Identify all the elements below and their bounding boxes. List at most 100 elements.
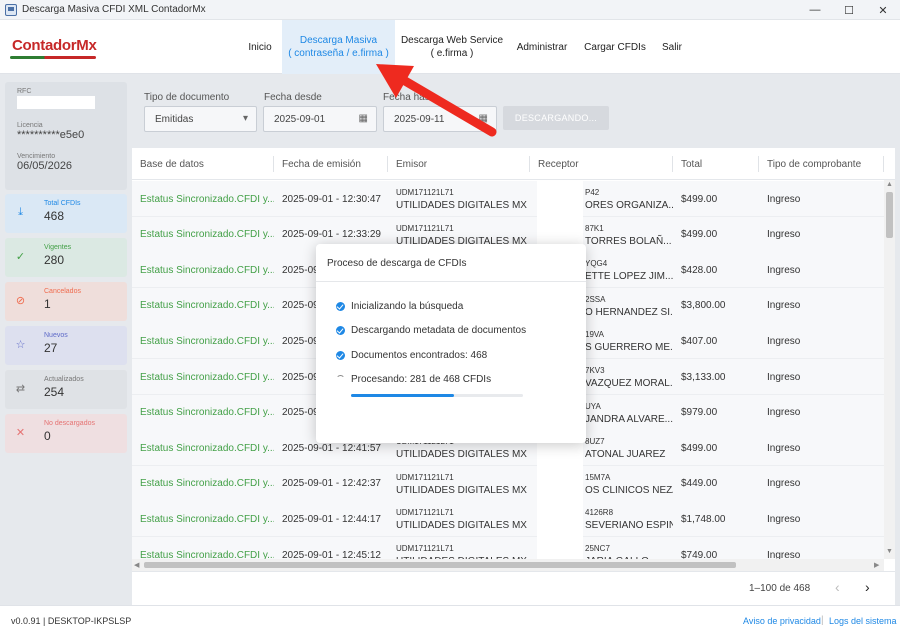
- minimize-button[interactable]: —: [798, 0, 832, 20]
- emisor-name: UTILIDADES DIGITALES MX: [396, 449, 527, 461]
- receptor-name: VAZQUEZ MORAL...: [585, 378, 673, 389]
- dialog-title: Proceso de descarga de CFDIs: [327, 258, 467, 269]
- col-label: Base de datos: [140, 158, 204, 170]
- horizontal-scrollbar[interactable]: ◀ ▶: [132, 559, 884, 571]
- stat-card-nuevos[interactable]: ☆ Nuevos 27: [5, 326, 127, 365]
- prev-page-icon[interactable]: ‹: [835, 579, 840, 595]
- stat-card-total-cfdis[interactable]: ⤓ Total CFDIs 468: [5, 194, 127, 233]
- scroll-down-icon[interactable]: ▼: [886, 548, 893, 555]
- stat-icon: ⤓: [18, 206, 23, 218]
- receptor-name: SEVERIANO ESPINO...: [585, 520, 673, 532]
- emisor-rfc: UDM171121L71: [396, 223, 454, 233]
- from-date-input[interactable]: 2025-09-01 ▦: [263, 106, 377, 132]
- system-logs-link[interactable]: Logs del sistema: [829, 616, 897, 626]
- stat-card-actualizados[interactable]: ⇄ Actualizados 254: [5, 370, 127, 409]
- col-base-datos[interactable]: Base de datos: [132, 148, 274, 180]
- step-label: Inicializando la búsqueda: [351, 301, 464, 312]
- horizontal-scroll-thumb[interactable]: [144, 562, 736, 568]
- col-label: Receptor: [538, 158, 579, 170]
- cell-tipo: Ingreso: [767, 264, 801, 276]
- cell-tipo: Ingreso: [767, 478, 801, 490]
- nav-inicio-label: Inicio: [248, 41, 272, 53]
- nav-administrar[interactable]: Administrar: [512, 20, 572, 74]
- doc-type-select[interactable]: Emitidas ▾: [144, 106, 257, 132]
- window-title: Descarga Masiva CFDI XML ContadorMx: [22, 4, 206, 15]
- account-card: RFC Licencia **********e5e0 Vencimiento …: [5, 82, 127, 190]
- cell-tipo: Ingreso: [767, 193, 801, 205]
- col-tipo-comprobante[interactable]: Tipo de comprobante: [759, 148, 884, 180]
- cell-total: $499.00: [681, 442, 718, 454]
- nav-salir[interactable]: Salir: [657, 20, 687, 74]
- check-circle-icon: [336, 351, 345, 360]
- cell-total: $499.00: [681, 229, 718, 241]
- vertical-scroll-thumb[interactable]: [886, 192, 893, 238]
- stat-card-no-descargados[interactable]: ✕ No descargados 0: [5, 414, 127, 453]
- nav-descarga-web-service-label: Descarga Web Service: [400, 35, 504, 46]
- receptor-rfc: 2SSA: [585, 294, 606, 304]
- stat-card-cancelados[interactable]: ⊘ Cancelados 1: [5, 282, 127, 321]
- receptor-name: S GUERRERO ME...: [585, 342, 673, 354]
- download-progress-dialog: Proceso de descarga de CFDIs Inicializan…: [316, 244, 586, 443]
- expiry-label: Vencimiento: [17, 153, 56, 160]
- scroll-left-icon[interactable]: ◀: [134, 561, 139, 569]
- license-label: Licencia: [17, 122, 43, 129]
- cell-tipo: Ingreso: [767, 513, 801, 525]
- cell-fecha: 2025-09-01 - 12:44:17: [282, 513, 381, 525]
- from-date-label: Fecha desde: [264, 92, 322, 103]
- table-row[interactable]: Estatus Sincronizado.CFDI y... 2025-09-01…: [132, 181, 884, 217]
- col-total[interactable]: Total: [673, 148, 759, 180]
- table-row[interactable]: Estatus Sincronizado.CFDI y... 2025-09-01…: [132, 465, 884, 502]
- calendar-icon[interactable]: ▦: [359, 113, 368, 124]
- stat-icon: ✓: [15, 251, 26, 263]
- logo-underline: [10, 56, 96, 59]
- stat-icon: ⇄: [15, 383, 26, 395]
- col-fecha-emision[interactable]: Fecha de emisión: [274, 148, 388, 180]
- privacy-link[interactable]: Aviso de privacidad: [743, 616, 821, 626]
- doc-type-label: Tipo de documento: [144, 92, 230, 103]
- receptor-rfc: 8UZ7: [585, 437, 605, 447]
- annotation-arrow-icon: [376, 64, 497, 137]
- emisor-name: UTILIDADES DIGITALES MX: [396, 200, 527, 211]
- emisor-rfc: UDM171121L71: [396, 544, 454, 553]
- receptor-rfc: YQG4: [585, 259, 608, 269]
- col-label: Tipo de comprobante: [767, 158, 862, 170]
- emisor-name: UTILIDADES DIGITALES MX: [396, 484, 527, 496]
- receptor-name: ATONAL JUAREZ: [585, 449, 666, 461]
- from-date-value: 2025-09-01: [274, 113, 326, 125]
- receptor-rfc: 4126R8: [585, 508, 614, 518]
- close-button[interactable]: ✕: [866, 0, 900, 20]
- stat-label: Vigentes: [44, 244, 72, 251]
- cell-base-datos: Estatus Sincronizado.CFDI y...: [140, 193, 274, 205]
- cell-base-datos: Estatus Sincronizado.CFDI y...: [140, 513, 274, 525]
- stat-value: 27: [44, 341, 58, 355]
- receptor-rfc: UYA: [585, 401, 601, 411]
- receptor-rfc: 19VA: [585, 330, 604, 340]
- emisor-rfc: UDM171121L71: [396, 508, 454, 518]
- col-receptor[interactable]: Receptor: [530, 148, 673, 180]
- col-emisor[interactable]: Emisor: [388, 148, 530, 180]
- receptor-name: TORRES BOLAÑ...: [585, 235, 672, 247]
- nav-descarga-masiva-label: Descarga Masiva: [299, 35, 378, 46]
- scroll-right-icon[interactable]: ▶: [874, 561, 879, 569]
- maximize-button[interactable]: ☐: [832, 0, 866, 20]
- cell-base-datos: Estatus Sincronizado.CFDI y...: [140, 442, 274, 454]
- stat-card-vigentes[interactable]: ✓ Vigentes 280: [5, 238, 127, 277]
- status-footer: v0.0.91 | DESKTOP-IKPSLSP Aviso de priva…: [0, 605, 900, 637]
- next-page-icon[interactable]: ›: [865, 579, 870, 595]
- progress-bar: [351, 394, 523, 397]
- stat-label: Nuevos: [44, 332, 68, 339]
- download-button[interactable]: DESCARGANDO...: [503, 106, 609, 130]
- nav-inicio[interactable]: Inicio: [241, 20, 279, 74]
- emisor-name: UTILIDADES DIGITALES MX: [396, 520, 527, 532]
- stat-icon: ⊘: [15, 295, 26, 307]
- nav-cargar-cfdis[interactable]: Cargar CFDIs: [582, 20, 648, 74]
- receptor-name: ORES ORGANIZA...: [585, 200, 673, 211]
- scroll-up-icon[interactable]: ▲: [886, 181, 893, 188]
- step-label: Descargando metadata de documentos: [351, 325, 527, 336]
- table-row[interactable]: Estatus Sincronizado.CFDI y... 2025-09-01…: [132, 501, 884, 538]
- receptor-rfc: P42: [585, 188, 600, 197]
- stat-value: 254: [44, 385, 65, 399]
- window-controls: — ☐ ✕: [798, 0, 900, 20]
- title-bar: Descarga Masiva CFDI XML ContadorMx — ☐ …: [0, 0, 900, 20]
- vertical-scrollbar[interactable]: ▲ ▼: [884, 180, 895, 559]
